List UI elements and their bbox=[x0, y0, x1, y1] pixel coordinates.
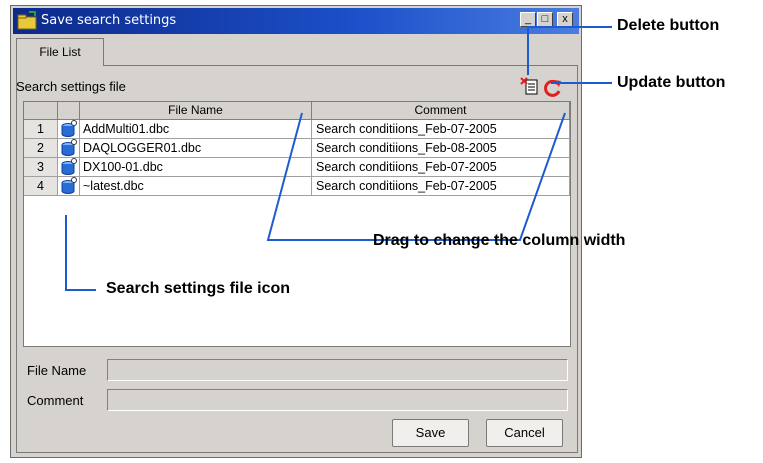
file-icon-callout: Search settings file icon bbox=[103, 280, 294, 298]
tab-file-list[interactable]: File List bbox=[16, 38, 104, 66]
column-width-callout: Drag to change the column width bbox=[373, 232, 626, 249]
delete-button-callout: Delete button bbox=[617, 17, 720, 34]
update-button-callout: Update button bbox=[617, 74, 726, 91]
